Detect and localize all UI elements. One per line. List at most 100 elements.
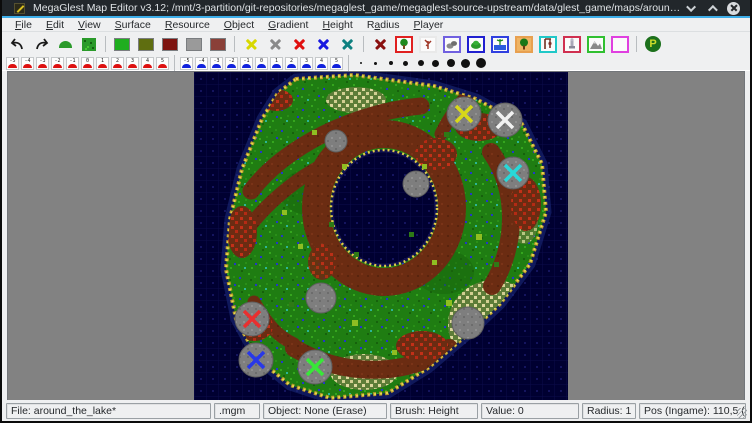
object-water-object-icon xyxy=(491,36,509,53)
gradient-brush--5[interactable]: -5 xyxy=(180,57,193,70)
status-radius: Radius: 1 xyxy=(582,403,636,419)
toolbar-separator xyxy=(636,36,637,52)
toolbar-separator xyxy=(174,55,175,71)
redo-button[interactable] xyxy=(30,34,52,54)
redo-icon xyxy=(34,38,49,51)
toolbar-separator xyxy=(363,36,364,52)
radius-brush-9[interactable] xyxy=(474,57,487,70)
surface-grass-icon xyxy=(114,38,130,51)
radius-brush-8[interactable] xyxy=(459,57,472,70)
maximize-icon[interactable] xyxy=(708,4,718,14)
gradient-brush--2[interactable]: -2 xyxy=(225,57,238,70)
object-invisible-button[interactable] xyxy=(609,34,631,54)
menu-view[interactable]: View xyxy=(71,19,108,31)
editor-canvas[interactable] xyxy=(7,71,745,400)
main-toolbar: P xyxy=(2,32,750,56)
object-big-tree-button[interactable] xyxy=(513,34,535,54)
player-positions-toggle[interactable]: P xyxy=(642,34,664,54)
undo-icon xyxy=(10,38,25,51)
map-lake xyxy=(332,151,436,265)
resource-stone-icon xyxy=(269,38,282,51)
resource-gold-button[interactable] xyxy=(240,34,262,54)
resource-custom3-button[interactable] xyxy=(336,34,358,54)
height-brush--3[interactable]: -3 xyxy=(36,57,49,70)
object-tree-button[interactable] xyxy=(393,34,415,54)
resource-stone-button[interactable] xyxy=(264,34,286,54)
height-brush-1[interactable]: 1 xyxy=(96,57,109,70)
radius-brush-2[interactable] xyxy=(369,57,382,70)
radius-brush-5[interactable] xyxy=(414,57,427,70)
height-brush-5[interactable]: 5 xyxy=(156,57,169,70)
status-bar: File: around_the_lake*.mgmObject: None (… xyxy=(2,400,750,421)
object-statue-button[interactable] xyxy=(561,34,583,54)
surface-ground-button[interactable] xyxy=(207,34,229,54)
menu-gradient[interactable]: Gradient xyxy=(261,19,315,31)
radius-brush-7[interactable] xyxy=(444,57,457,70)
object-mountain-button[interactable] xyxy=(585,34,607,54)
gradient-brush-3[interactable]: 3 xyxy=(300,57,313,70)
object-erase-button[interactable] xyxy=(369,34,391,54)
resource-custom3-icon xyxy=(341,38,354,51)
status-pos: Pos (Ingame): 110,5 (220,10) xyxy=(639,403,746,419)
object-water-object-button[interactable] xyxy=(489,34,511,54)
radius-brush-3[interactable] xyxy=(384,57,397,70)
gradient-brush--3[interactable]: -3 xyxy=(210,57,223,70)
gradient-brush-5[interactable]: 5 xyxy=(330,57,343,70)
surface-ground-icon xyxy=(210,38,226,51)
resize-grip-icon[interactable] xyxy=(737,408,747,418)
radius-brush-4[interactable] xyxy=(399,57,412,70)
menu-radius[interactable]: Radius xyxy=(360,19,407,31)
gradient-brush-0[interactable]: 0 xyxy=(255,57,268,70)
height-brush-2[interactable]: 2 xyxy=(111,57,124,70)
menu-player[interactable]: Player xyxy=(407,19,451,31)
menu-object[interactable]: Object xyxy=(217,19,261,31)
menu-surface[interactable]: Surface xyxy=(108,19,158,31)
resource-custom2-icon xyxy=(317,38,330,51)
object-bush-button[interactable] xyxy=(465,34,487,54)
object-hanged-button[interactable] xyxy=(537,34,559,54)
brush-toolbar: -5-4-3-2-1012345 -5-4-3-2-1012345 xyxy=(2,56,750,71)
height-brush-0[interactable]: 0 xyxy=(81,57,94,70)
toolbar-separator xyxy=(348,55,349,71)
menu-resource[interactable]: Resource xyxy=(158,19,217,31)
status-object: Object: None (Erase) xyxy=(263,403,387,419)
window-title: MegaGlest Map Editor v3.12; /mnt/3-parti… xyxy=(25,2,689,14)
object-hanged-icon xyxy=(539,36,557,53)
menu-edit[interactable]: Edit xyxy=(39,19,71,31)
random-height-button[interactable] xyxy=(78,34,100,54)
height-brush-group: -5-4-3-2-1012345 xyxy=(6,57,169,70)
object-statue-icon xyxy=(563,36,581,53)
gradient-brush--4[interactable]: -4 xyxy=(195,57,208,70)
status-brush: Brush: Height xyxy=(390,403,478,419)
radius-brush-1[interactable] xyxy=(354,57,367,70)
radius-brush-6[interactable] xyxy=(429,57,442,70)
surface-grass-button[interactable] xyxy=(111,34,133,54)
menu-height[interactable]: Height xyxy=(315,19,359,31)
radius-brush-group xyxy=(354,57,487,70)
surface-road-button[interactable] xyxy=(159,34,181,54)
surface-secondary-grass-button[interactable] xyxy=(135,34,157,54)
height-brush-3[interactable]: 3 xyxy=(126,57,139,70)
height-brush-button[interactable] xyxy=(54,34,76,54)
height-brush--4[interactable]: -4 xyxy=(21,57,34,70)
height-brush-4[interactable]: 4 xyxy=(141,57,154,70)
gradient-brush-1[interactable]: 1 xyxy=(270,57,283,70)
gradient-brush-2[interactable]: 2 xyxy=(285,57,298,70)
close-icon[interactable] xyxy=(727,2,740,15)
gradient-brush--1[interactable]: -1 xyxy=(240,57,253,70)
gradient-brush-group: -5-4-3-2-1012345 xyxy=(180,57,343,70)
height-brush--1[interactable]: -1 xyxy=(66,57,79,70)
map-canvas[interactable] xyxy=(194,72,568,400)
object-stone-icon xyxy=(443,36,461,53)
surface-stone-button[interactable] xyxy=(183,34,205,54)
object-stone-button[interactable] xyxy=(441,34,463,54)
height-brush--5[interactable]: -5 xyxy=(6,57,19,70)
object-dead-tree-button[interactable] xyxy=(417,34,439,54)
menu-file[interactable]: File xyxy=(8,19,39,31)
gradient-brush-4[interactable]: 4 xyxy=(315,57,328,70)
random-height-icon xyxy=(82,38,96,51)
resource-custom1-button[interactable] xyxy=(288,34,310,54)
height-brush--2[interactable]: -2 xyxy=(51,57,64,70)
undo-button[interactable] xyxy=(6,34,28,54)
resource-custom2-button[interactable] xyxy=(312,34,334,54)
